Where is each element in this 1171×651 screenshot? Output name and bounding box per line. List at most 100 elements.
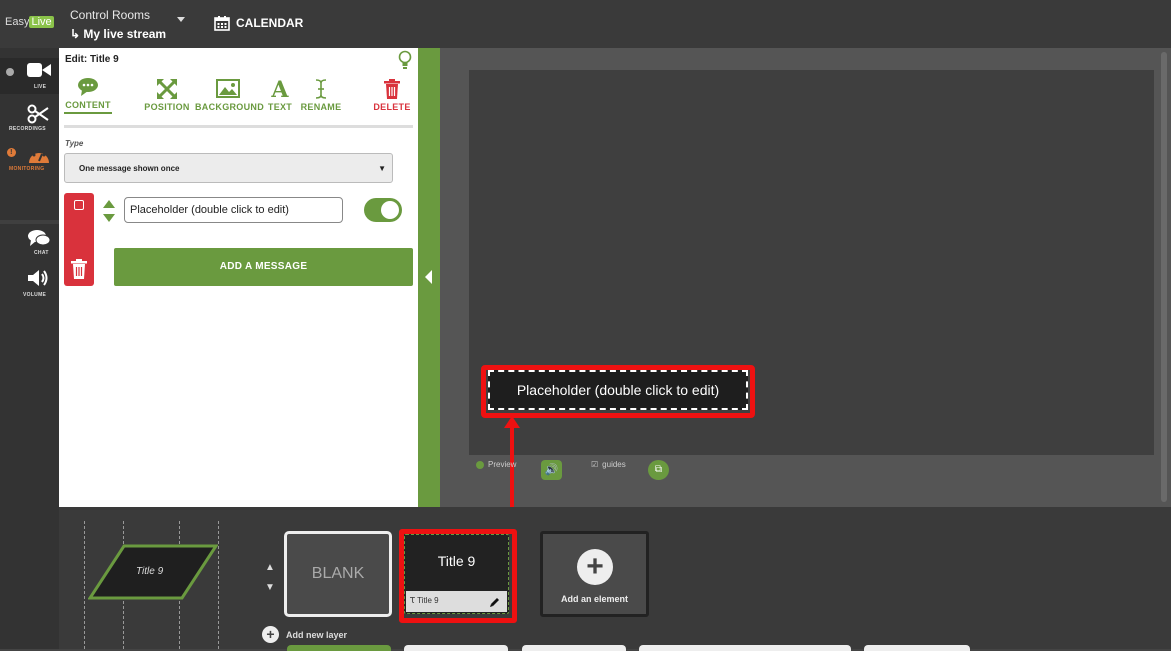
rail-item-live[interactable]: LIVE xyxy=(0,58,59,94)
guide-line xyxy=(84,521,85,649)
title-card-footer: Ꚍ Title 9 xyxy=(406,591,507,612)
tab-background-label: BACKGROUND xyxy=(195,102,264,112)
reorder-arrows-icon[interactable] xyxy=(102,199,116,223)
lightbulb-icon[interactable] xyxy=(398,50,412,70)
tab-divider xyxy=(64,125,413,128)
bottom-tab[interactable] xyxy=(404,645,508,651)
message-input[interactable]: Placeholder (double click to edit) xyxy=(124,197,343,223)
logo-easy: Easy xyxy=(5,16,30,28)
tab-position[interactable]: POSITION xyxy=(143,78,191,112)
rail-label-monitoring: MONITORING xyxy=(9,166,45,172)
active-tab-indicator xyxy=(64,112,112,114)
up-arrow-icon[interactable]: ▲ xyxy=(264,558,276,578)
message-select-checkbox[interactable] xyxy=(74,200,84,210)
title-card-footer-label: Title 9 xyxy=(417,596,439,605)
dropdown-arrow-icon: ▼ xyxy=(378,164,386,173)
tab-rename[interactable]: RENAME xyxy=(299,78,343,112)
windows-icon: ⧉ xyxy=(654,464,663,475)
text-type-icon: Ꚍ xyxy=(410,596,415,605)
canvas-scrollbar[interactable] xyxy=(1161,52,1167,502)
bottom-tab[interactable] xyxy=(639,645,851,651)
panel-title: Edit: Title 9 xyxy=(65,54,119,65)
tab-delete[interactable]: DELETE xyxy=(373,78,411,112)
live-stream-name-text: My live stream xyxy=(83,27,167,41)
rail-item-recordings[interactable]: RECORDINGS xyxy=(0,102,59,134)
add-new-layer-button[interactable]: + Add new layer xyxy=(262,626,347,643)
rail-item-chat[interactable]: CHAT xyxy=(0,228,59,260)
edit-panel: Edit: Title 9 CONTENT POSITION BACKGROUN… xyxy=(59,48,418,507)
easylive-logo[interactable]: Easy Live xyxy=(5,16,54,28)
type-label: Type xyxy=(65,139,84,148)
logo-live: Live xyxy=(29,16,54,28)
layer-reorder[interactable]: ▲ ▼ xyxy=(264,558,276,598)
speaker-icon: 🔊 xyxy=(544,464,559,476)
tab-delete-label: DELETE xyxy=(373,102,411,112)
message-row-actions xyxy=(64,193,94,286)
return-arrow-icon: ↳ xyxy=(70,27,84,41)
tab-content[interactable]: CONTENT xyxy=(64,76,112,110)
letter-a-icon: A xyxy=(270,78,289,100)
add-element-label: Add an element xyxy=(560,594,628,604)
preview-label: Preview xyxy=(488,460,517,469)
guide-line xyxy=(218,521,219,649)
toggle-knob xyxy=(381,201,399,219)
add-element-card[interactable]: + Add an element xyxy=(540,531,649,617)
speedometer-icon xyxy=(29,149,49,163)
rail-label-live: LIVE xyxy=(34,84,47,90)
left-rail: LIVE RECORDINGS ! MONITORING CHAT VOLUME xyxy=(0,48,59,649)
bottom-tab[interactable] xyxy=(522,645,626,651)
control-rooms-label: Control Rooms xyxy=(70,8,151,22)
guides-toggle[interactable]: ☑ guides xyxy=(591,460,626,469)
panel-collapse-strip[interactable] xyxy=(418,48,440,507)
tab-background[interactable]: BACKGROUND xyxy=(195,78,264,112)
blank-element-card[interactable]: BLANK xyxy=(284,531,392,617)
video-camera-icon xyxy=(27,63,51,77)
canvas-title-placeholder[interactable]: Placeholder (double click to edit) xyxy=(488,370,748,410)
message-toggle[interactable] xyxy=(364,198,402,222)
type-select[interactable]: One message shown once ▼ xyxy=(64,153,393,183)
type-select-value: One message shown once xyxy=(79,164,180,173)
trash-icon xyxy=(384,79,400,99)
live-status-dot xyxy=(6,68,14,76)
chevron-down-icon[interactable] xyxy=(177,17,185,22)
title-card-title: Title 9 xyxy=(437,553,476,569)
pencil-icon[interactable] xyxy=(489,596,501,608)
tab-rename-label: RENAME xyxy=(300,102,342,112)
checkbox-icon: ☑ xyxy=(591,460,599,469)
rail-separator xyxy=(0,220,59,224)
rail-label-recordings: RECORDINGS xyxy=(9,126,46,132)
down-arrow-icon[interactable]: ▼ xyxy=(264,578,276,598)
warning-icon: ! xyxy=(7,148,16,157)
rail-item-volume[interactable]: VOLUME xyxy=(0,268,59,300)
popout-button[interactable]: ⧉ xyxy=(648,460,669,480)
rail-label-chat: CHAT xyxy=(34,250,49,256)
plus-icon: + xyxy=(577,549,613,585)
tab-text[interactable]: A TEXT xyxy=(267,78,293,112)
speaker-icon xyxy=(28,270,48,286)
tab-content-label: CONTENT xyxy=(65,100,111,110)
bottom-tab[interactable] xyxy=(287,645,391,651)
title-element-card[interactable]: Title 9 Ꚍ Title 9 xyxy=(404,534,509,614)
tab-position-label: POSITION xyxy=(144,102,190,112)
audio-button[interactable]: 🔊 xyxy=(541,460,562,480)
preview-dot-icon xyxy=(476,460,484,469)
expand-arrows-icon xyxy=(157,79,177,99)
add-message-button[interactable]: ADD A MESSAGE xyxy=(114,248,413,286)
delete-message-icon[interactable] xyxy=(70,259,88,279)
image-icon xyxy=(216,79,240,98)
live-stream-name[interactable]: ↳ My live stream xyxy=(70,27,166,41)
rail-item-monitoring[interactable]: ! MONITORING xyxy=(0,144,59,176)
rail-label-volume: VOLUME xyxy=(23,292,47,298)
top-bar: Easy Live Control Rooms ↳ My live stream … xyxy=(0,0,1171,48)
tab-text-label: TEXT xyxy=(267,102,293,112)
preview-control[interactable]: Preview xyxy=(476,460,516,469)
layer-name: Title 9 xyxy=(136,566,164,577)
bottom-tab[interactable] xyxy=(864,645,970,651)
plus-circle-icon: + xyxy=(262,626,279,643)
calendar-button[interactable]: CALENDAR xyxy=(214,15,303,31)
svg-text:A: A xyxy=(270,78,289,100)
collapse-left-icon xyxy=(425,270,432,284)
chat-bubbles-icon xyxy=(28,230,51,246)
scissors-icon xyxy=(27,104,49,124)
text-cursor-icon xyxy=(315,79,327,99)
